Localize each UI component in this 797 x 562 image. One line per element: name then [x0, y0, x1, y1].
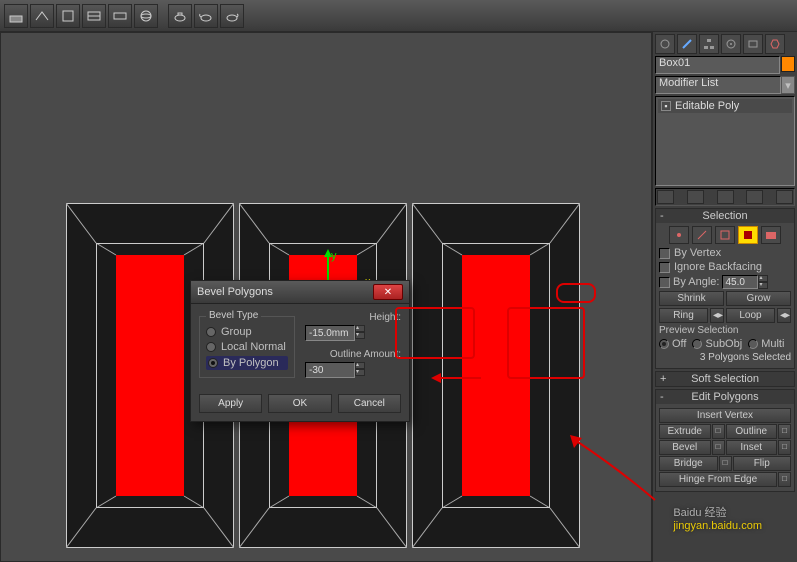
apply-button[interactable]: Apply: [199, 394, 262, 413]
extrude-settings-button[interactable]: □: [712, 424, 725, 439]
tab-hierarchy-icon[interactable]: [699, 34, 719, 54]
bevel-type-label: Bevel Type: [206, 310, 261, 321]
border-subobj-icon[interactable]: [715, 226, 735, 244]
object-name-input[interactable]: Box01: [655, 56, 780, 74]
tb-modify-icon[interactable]: [30, 4, 54, 28]
by-polygon-radio[interactable]: [208, 358, 218, 368]
insert-vertex-button[interactable]: Insert Vertex: [659, 408, 791, 423]
ok-button[interactable]: OK: [268, 394, 331, 413]
ring-spinner[interactable]: ◂▸: [710, 308, 724, 323]
command-panel: Box01 Modifier List ▾ ▪ Editable Poly -S…: [652, 32, 797, 562]
show-end-icon[interactable]: [687, 190, 704, 204]
vertex-subobj-icon[interactable]: [669, 226, 689, 244]
ignore-backfacing-checkbox[interactable]: [659, 262, 670, 273]
ignore-backfacing-label: Ignore Backfacing: [674, 261, 762, 273]
spinner-down-icon[interactable]: ▾: [758, 282, 768, 289]
selection-rollout: -Selection By Vertex Ignore Backfacing B…: [655, 208, 795, 369]
modifier-name: Editable Poly: [675, 100, 739, 112]
edit-polygons-rollout: -Edit Polygons Insert Vertex Extrude□ Ou…: [655, 389, 795, 492]
selected-polygon-1[interactable]: [116, 255, 184, 496]
preview-label: Preview Selection: [659, 325, 791, 336]
element-subobj-icon[interactable]: [761, 226, 781, 244]
polygon-subobj-icon[interactable]: [738, 226, 758, 244]
preview-subobj-radio[interactable]: [692, 339, 702, 349]
modifier-list-dropdown[interactable]: Modifier List: [655, 76, 781, 94]
tb-teapot3-icon[interactable]: [220, 4, 244, 28]
tb-teapot2-icon[interactable]: [194, 4, 218, 28]
inset-settings-button[interactable]: □: [778, 440, 791, 455]
unique-icon[interactable]: [717, 190, 734, 204]
remove-mod-icon[interactable]: [746, 190, 763, 204]
bevel-polygons-dialog: Bevel Polygons ✕ Bevel Type Group Local …: [190, 280, 410, 422]
inset-button[interactable]: Inset: [726, 440, 778, 455]
outline-amount-label: Outline Amount:: [305, 349, 401, 360]
grow-button[interactable]: Grow: [726, 291, 791, 306]
height-up-icon[interactable]: ▴: [355, 325, 365, 332]
selection-header[interactable]: -Selection: [656, 209, 794, 223]
bevel-button[interactable]: Bevel: [659, 440, 711, 455]
loop-button[interactable]: Loop: [726, 308, 775, 323]
outline-input[interactable]: [305, 362, 355, 378]
soft-selection-header[interactable]: +Soft Selection: [656, 372, 794, 386]
edge-subobj-icon[interactable]: [692, 226, 712, 244]
dropdown-arrow-icon[interactable]: ▾: [781, 76, 795, 94]
tb-display-icon[interactable]: [82, 4, 106, 28]
expand-icon[interactable]: ▪: [661, 101, 671, 111]
svg-text:y: y: [331, 250, 337, 262]
box-object-3[interactable]: [412, 203, 580, 548]
tab-create-icon[interactable]: [655, 34, 675, 54]
height-label: Height:: [305, 312, 401, 323]
hinge-button[interactable]: Hinge From Edge: [659, 472, 777, 487]
flip-button[interactable]: Flip: [733, 456, 792, 471]
soft-selection-rollout: +Soft Selection: [655, 371, 795, 387]
modifier-item-editable-poly[interactable]: ▪ Editable Poly: [658, 99, 792, 113]
preview-off-radio[interactable]: [659, 339, 669, 349]
height-input[interactable]: [305, 325, 355, 341]
tab-modify-icon[interactable]: [677, 34, 697, 54]
outline-up-icon[interactable]: ▴: [355, 362, 365, 369]
group-radio[interactable]: [206, 327, 216, 337]
hinge-settings-button[interactable]: □: [778, 472, 791, 487]
configure-icon[interactable]: [776, 190, 793, 204]
selection-status: 3 Polygons Selected: [659, 352, 791, 363]
extrude-button[interactable]: Extrude: [659, 424, 711, 439]
by-vertex-label: By Vertex: [674, 247, 721, 259]
bridge-settings-button[interactable]: □: [719, 456, 732, 471]
tb-motion-icon[interactable]: [108, 4, 132, 28]
angle-input[interactable]: [722, 275, 758, 289]
cancel-button[interactable]: Cancel: [338, 394, 401, 413]
outline-settings-button[interactable]: □: [778, 424, 791, 439]
tb-teapot1-icon[interactable]: [168, 4, 192, 28]
preview-multi-radio[interactable]: [748, 339, 758, 349]
tab-display-icon[interactable]: [743, 34, 763, 54]
tab-motion-icon[interactable]: [721, 34, 741, 54]
outline-down-icon[interactable]: ▾: [355, 369, 365, 376]
close-button[interactable]: ✕: [373, 284, 403, 300]
edit-polygons-header[interactable]: -Edit Polygons: [656, 390, 794, 404]
selected-polygon-3[interactable]: [462, 255, 530, 496]
tab-utilities-icon[interactable]: [765, 34, 785, 54]
outline-button[interactable]: Outline: [726, 424, 778, 439]
modifier-stack[interactable]: ▪ Editable Poly: [655, 96, 795, 186]
bevel-settings-button[interactable]: □: [712, 440, 725, 455]
spinner-up-icon[interactable]: ▴: [758, 275, 768, 282]
tb-sphere-icon[interactable]: [134, 4, 158, 28]
by-angle-label: By Angle:: [673, 276, 719, 288]
ring-button[interactable]: Ring: [659, 308, 708, 323]
pin-stack-icon[interactable]: [657, 190, 674, 204]
by-vertex-checkbox[interactable]: [659, 248, 670, 259]
shrink-button[interactable]: Shrink: [659, 291, 724, 306]
tb-hierarchy-icon[interactable]: [56, 4, 80, 28]
loop-spinner[interactable]: ◂▸: [777, 308, 791, 323]
local-normal-radio[interactable]: [206, 342, 216, 352]
dialog-title: Bevel Polygons: [197, 286, 273, 298]
tb-create-icon[interactable]: [4, 4, 28, 28]
height-down-icon[interactable]: ▾: [355, 332, 365, 339]
by-angle-checkbox[interactable]: [659, 277, 670, 288]
main-toolbar: [0, 0, 797, 32]
bridge-button[interactable]: Bridge: [659, 456, 718, 471]
object-color-swatch[interactable]: [781, 56, 795, 72]
